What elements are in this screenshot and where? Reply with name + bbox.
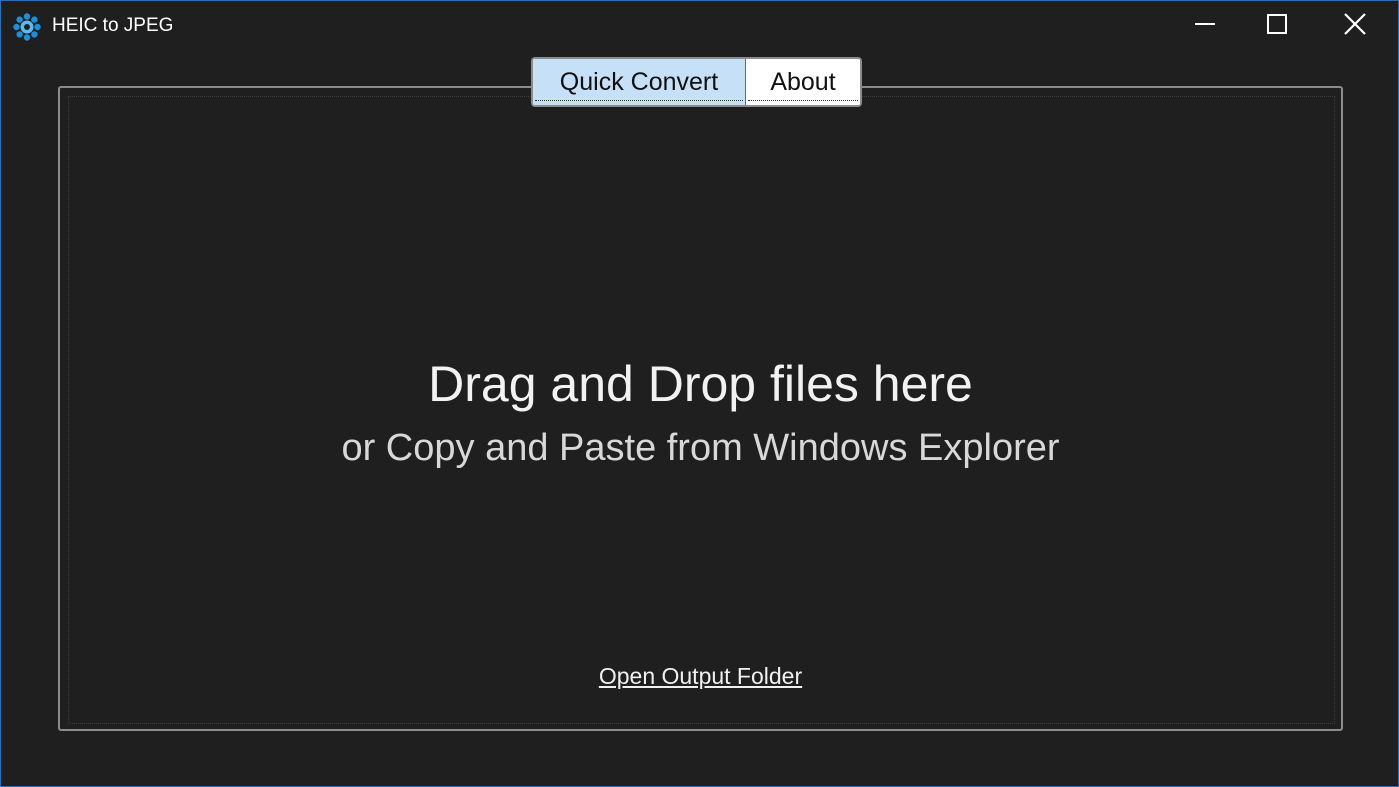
drop-subline: or Copy and Paste from Windows Explorer — [341, 427, 1060, 469]
app-window: HEIC to JPEG Quick Convert About Drag an… — [0, 0, 1399, 787]
minimize-icon — [1193, 12, 1217, 40]
maximize-icon — [1265, 12, 1289, 40]
tab-strip: Quick Convert About — [531, 57, 862, 107]
open-output-folder-link[interactable]: Open Output Folder — [599, 663, 802, 689]
minimize-button[interactable] — [1167, 1, 1243, 51]
window-title: HEIC to JPEG — [52, 15, 174, 36]
output-folder-link-row: Open Output Folder — [1, 661, 1399, 691]
tab-quick-convert[interactable]: Quick Convert — [533, 59, 746, 105]
title-bar[interactable]: HEIC to JPEG — [1, 1, 1398, 51]
close-icon — [1343, 12, 1367, 40]
tab-about[interactable]: About — [746, 59, 860, 105]
close-button[interactable] — [1317, 1, 1393, 51]
maximize-button[interactable] — [1239, 1, 1315, 51]
gear-icon — [12, 12, 42, 42]
drop-headline: Drag and Drop files here — [428, 356, 973, 412]
